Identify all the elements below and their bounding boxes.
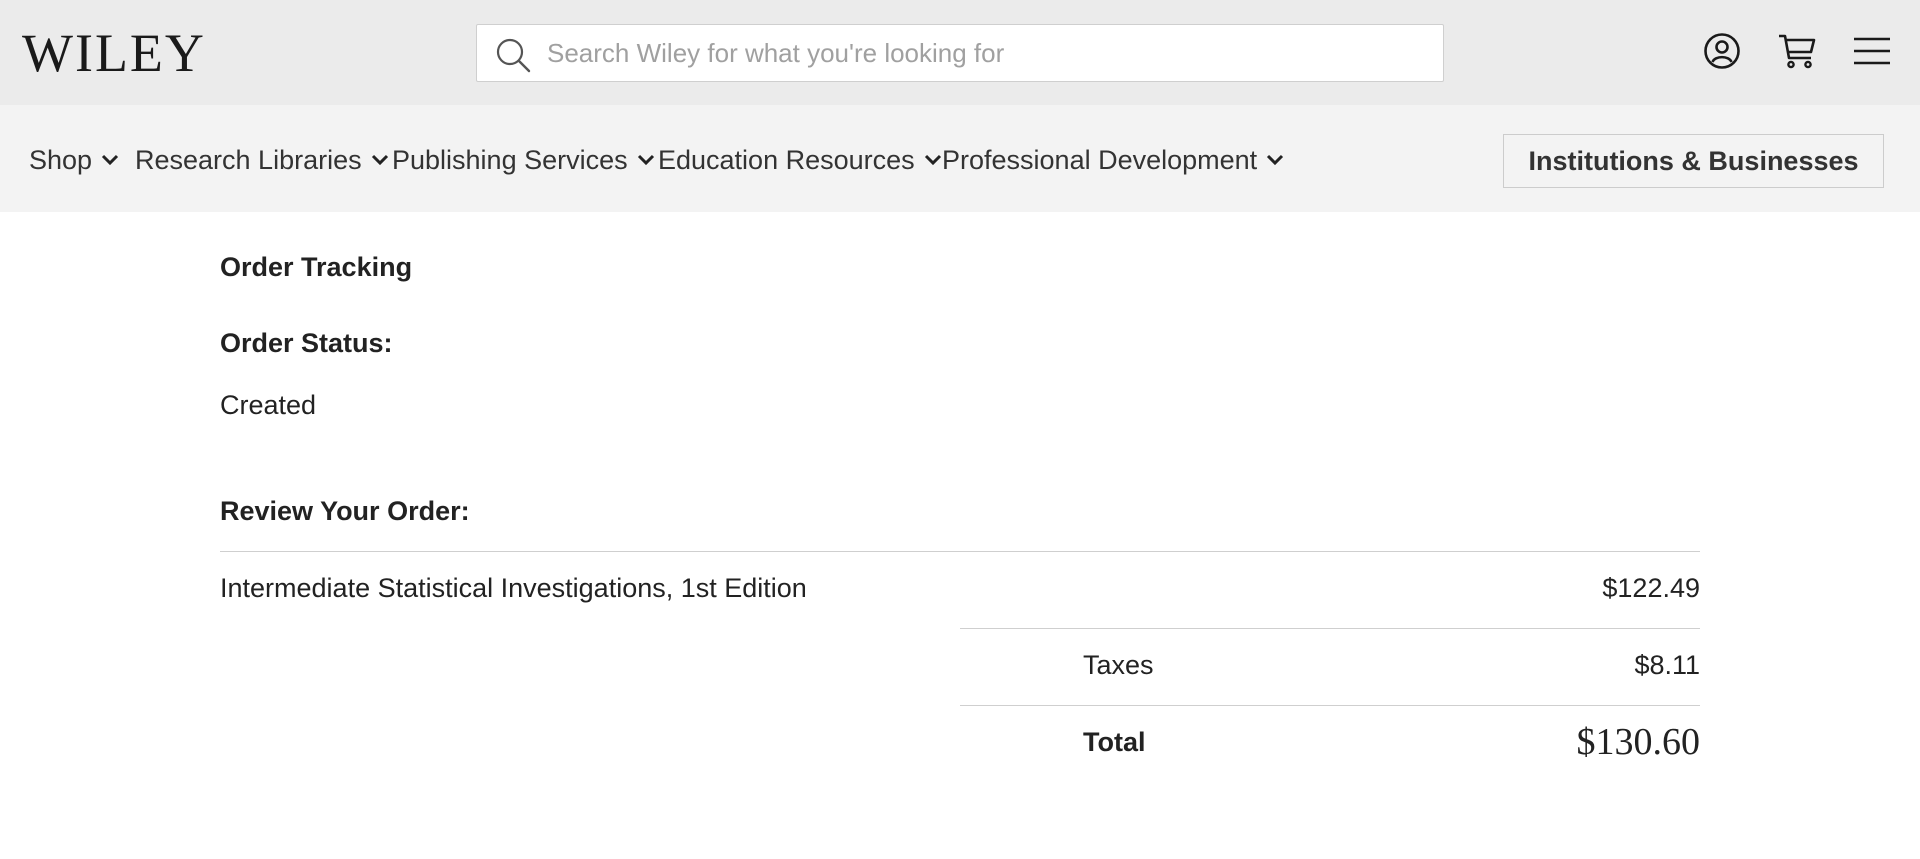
- nav-item-education-resources[interactable]: Education Resources: [658, 143, 943, 177]
- chevron-down-icon: [1265, 153, 1285, 167]
- order-status-label: Order Status:: [220, 328, 393, 358]
- divider: [960, 628, 1700, 629]
- chevron-down-icon: [636, 153, 656, 167]
- nav-item-publishing-services[interactable]: Publishing Services: [392, 143, 656, 177]
- nav-item-professional-development[interactable]: Professional Development: [942, 143, 1285, 177]
- total-value: $130.60: [1576, 721, 1701, 763]
- total-label: Total: [1083, 727, 1146, 757]
- divider: [960, 705, 1700, 706]
- review-order-label: Review Your Order:: [220, 496, 470, 526]
- order-item-price: $122.49: [1602, 573, 1700, 603]
- taxes-value: $8.11: [1634, 650, 1700, 680]
- chevron-down-icon: [370, 153, 390, 167]
- account-icon[interactable]: [1702, 31, 1742, 71]
- search-icon[interactable]: [495, 37, 531, 73]
- nav-item-label: Professional Development: [942, 144, 1258, 175]
- divider: [220, 551, 1700, 552]
- order-status-value: Created: [220, 390, 317, 420]
- nav-item-label: Publishing Services: [392, 144, 628, 175]
- wiley-logo[interactable]: WILEY: [22, 26, 206, 80]
- nav-item-research-libraries[interactable]: Research Libraries: [135, 143, 390, 177]
- nav-item-shop[interactable]: Shop: [29, 143, 120, 177]
- institutions-businesses-button[interactable]: Institutions & Businesses: [1503, 134, 1884, 188]
- search-input[interactable]: [545, 25, 1425, 81]
- order-item-name: Intermediate Statistical Investigations,…: [220, 573, 807, 603]
- nav-item-label: Education Resources: [658, 144, 915, 175]
- menu-icon[interactable]: [1851, 31, 1891, 71]
- chevron-down-icon: [923, 153, 943, 167]
- taxes-label: Taxes: [1083, 650, 1154, 680]
- chevron-down-icon: [100, 153, 120, 167]
- nav-item-label: Research Libraries: [135, 144, 362, 175]
- top-header: WILEY: [0, 0, 1920, 105]
- search-box[interactable]: [476, 24, 1444, 82]
- cart-icon[interactable]: [1777, 31, 1817, 71]
- page-title: Order Tracking: [220, 252, 413, 282]
- nav-item-label: Shop: [29, 144, 93, 175]
